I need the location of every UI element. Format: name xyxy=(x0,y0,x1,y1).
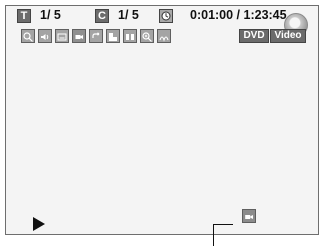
title-label-box: T xyxy=(17,9,31,23)
angle-mark-icon xyxy=(242,209,256,223)
zoom-icon[interactable] xyxy=(140,29,154,43)
title-value: 1/ 5 xyxy=(40,8,61,22)
callout-line-horizontal xyxy=(213,224,233,225)
noise-reduction-icon[interactable] xyxy=(123,29,137,43)
clock-icon xyxy=(159,9,173,23)
marker-icon[interactable] xyxy=(106,29,120,43)
osd-screen: T 1/ 5 C 1/ 5 0:01:00 / 1:23:45 DVD Vide… xyxy=(5,5,319,235)
subtitle-icon[interactable] xyxy=(55,29,69,43)
repeat-icon[interactable] xyxy=(89,29,103,43)
setting-icon-row xyxy=(21,29,171,43)
media-disc-badge: DVD xyxy=(239,29,269,43)
sound-mode-icon[interactable] xyxy=(157,29,171,43)
audio-icon[interactable] xyxy=(38,29,52,43)
chapter-label-box: C xyxy=(95,9,109,23)
search-icon[interactable] xyxy=(21,29,35,43)
media-mode-badge: Video xyxy=(270,29,306,43)
chapter-value: 1/ 5 xyxy=(118,8,139,22)
status-bar: T 1/ 5 C 1/ 5 0:01:00 / 1:23:45 xyxy=(6,6,318,25)
callout-line-vertical xyxy=(213,224,214,246)
angle-icon[interactable] xyxy=(72,29,86,43)
play-icon xyxy=(33,217,45,231)
time-display: 0:01:00 / 1:23:45 xyxy=(190,8,287,22)
